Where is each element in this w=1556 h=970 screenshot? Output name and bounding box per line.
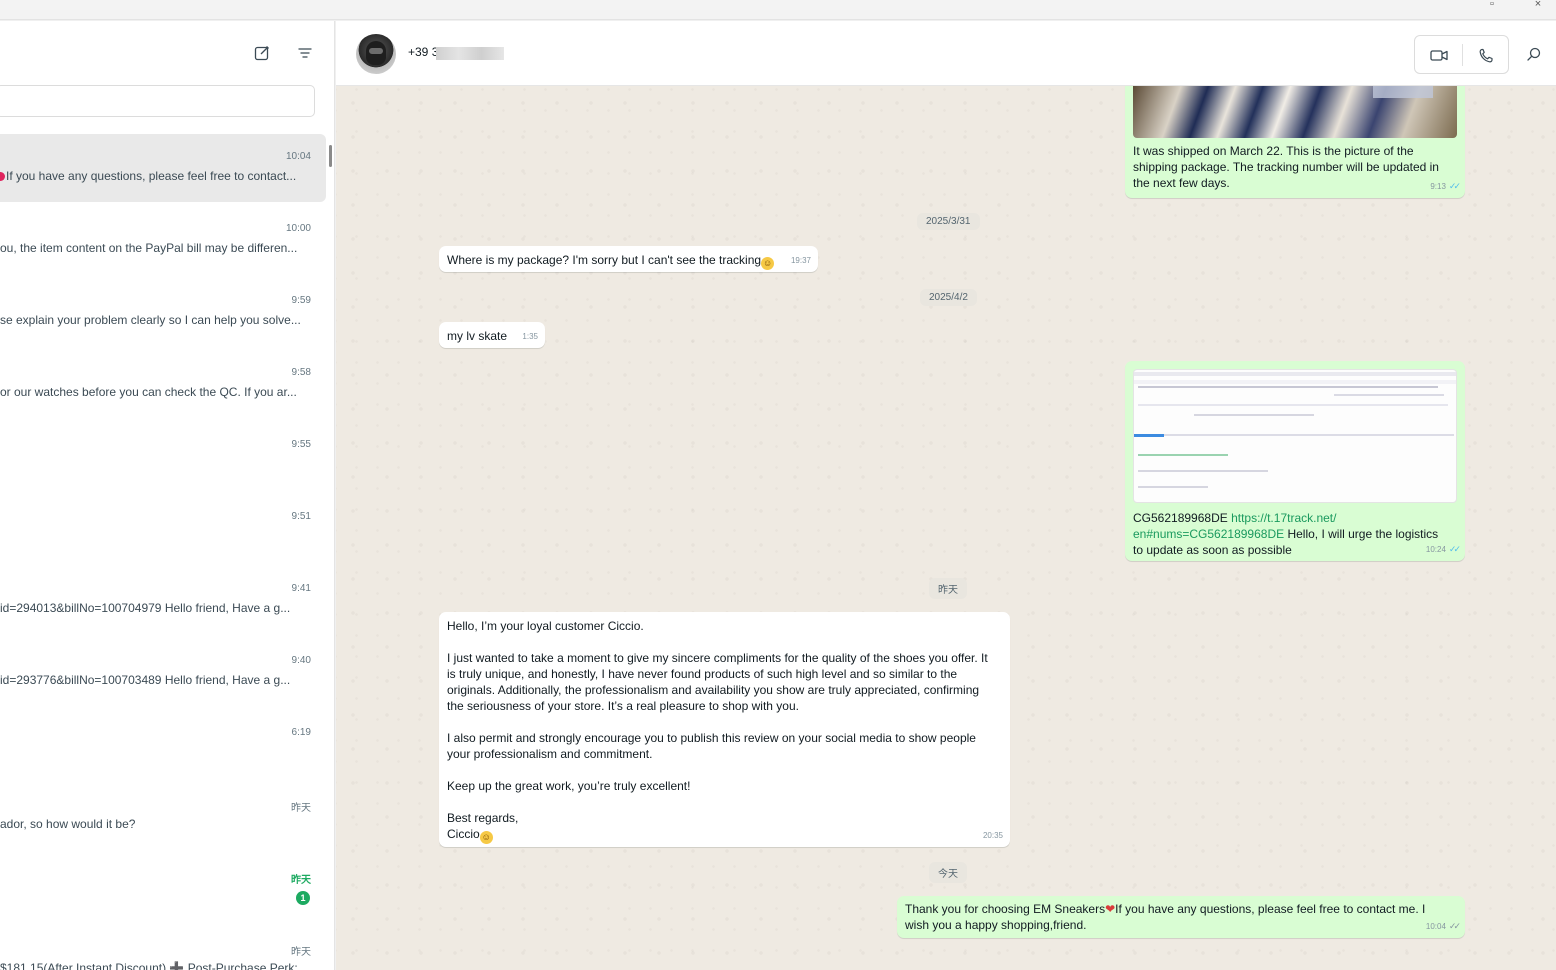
message-paragraph: I also permit and strongly encourage you… <box>447 731 976 761</box>
avatar[interactable] <box>356 34 396 74</box>
message-paragraph: Keep up the great work, you’re truly exc… <box>447 779 691 793</box>
search-input[interactable] <box>0 85 315 117</box>
chat-preview: ador, so how would it be? <box>0 817 136 831</box>
heart-emoji-icon: ❤ <box>1105 902 1116 916</box>
chat-list-item[interactable]: 9:55 <box>0 422 326 494</box>
read-receipt-icon: ✓✓ <box>1448 544 1461 554</box>
smile-emoji-icon: ☺ <box>479 831 493 844</box>
chat-preview: If you have any questions, please feel f… <box>0 169 310 183</box>
chat-time: 9:51 <box>291 511 311 522</box>
message-meta: 10:24 ✓✓ <box>1425 544 1461 554</box>
date-separator: 昨天 <box>929 578 967 599</box>
chat-list-item[interactable]: 9:58 or our watches before you can check… <box>0 350 326 422</box>
chat-list-item[interactable]: 昨天 1 <box>0 854 326 926</box>
message-text: Where is my package? I'm sorry but I can… <box>447 253 775 270</box>
chat-time: 昨天 <box>291 875 311 886</box>
chat-time: 9:58 <box>291 367 311 378</box>
message-time: 20:35 <box>982 831 1003 840</box>
chat-preview: ou, the item content on the PayPal bill … <box>0 241 298 255</box>
call-buttons <box>1414 35 1509 74</box>
delivered-receipt-icon: ✓✓ <box>1448 921 1461 931</box>
message-time: 19:37 <box>790 256 811 265</box>
message-meta: 9:13 ✓✓ <box>1430 181 1461 191</box>
message-text: CG562189968DE https://t.17track.net/en#n… <box>1133 511 1439 557</box>
message-text: It was shipped on March 22. This is the … <box>1133 144 1439 190</box>
unread-badge: 1 <box>296 891 310 905</box>
chat-list-item[interactable]: 昨天 $181.15(After Instant Discount) ➕ Pos… <box>0 926 326 970</box>
message-area[interactable]: It was shipped on March 22. This is the … <box>336 86 1556 970</box>
message-paragraph: Hello, I’m your loyal customer Ciccio. <box>447 619 644 633</box>
chat-time: 9:59 <box>291 295 311 306</box>
contact-name[interactable]: +39 3 <box>408 45 438 59</box>
message-text: my lv skate <box>447 329 508 343</box>
chat-list-header <box>0 21 334 83</box>
message-signature: Ciccio ☺ <box>447 827 493 844</box>
chat-time: 9:40 <box>291 655 311 666</box>
message-bubble-incoming[interactable]: Hello, I’m your loyal customer Ciccio. I… <box>439 612 1010 847</box>
message-meta: 10:04 ✓✓ <box>1425 921 1461 931</box>
conversation-panel: +39 3 It was shipped on March 22. This i… <box>336 21 1556 970</box>
package-photo[interactable] <box>1133 86 1457 138</box>
chat-preview: id=294013&billNo=100704979 Hello friend,… <box>0 601 291 615</box>
message-bubble-outgoing[interactable]: Thank you for choosing EM Sneakers❤If yo… <box>897 896 1465 938</box>
close-window-icon[interactable]: × <box>1530 0 1546 10</box>
chat-list-item[interactable]: 9:51 <box>0 494 326 566</box>
chat-preview: $181.15(After Instant Discount) ➕ Post-P… <box>0 961 298 970</box>
message-bubble-incoming[interactable]: Where is my package? I'm sorry but I can… <box>439 246 818 272</box>
heart-emoji-icon <box>0 172 5 181</box>
chat-list-item[interactable]: 6:19 <box>0 710 326 782</box>
chat-time: 9:55 <box>291 439 311 450</box>
chat-preview: or our watches before you can check the … <box>0 385 297 399</box>
chat-list-item[interactable]: 9:59 se explain your problem clearly so … <box>0 278 326 350</box>
message-time: 1:35 <box>522 332 538 341</box>
chat-preview: se explain your problem clearly so I can… <box>0 313 301 327</box>
voice-call-icon[interactable] <box>1475 45 1497 65</box>
message-paragraph: I just wanted to take a moment to give m… <box>447 651 988 713</box>
tracking-screenshot[interactable] <box>1133 369 1457 503</box>
chat-list-item[interactable]: 9:40 id=293776&billNo=100703489 Hello fr… <box>0 638 326 710</box>
chat-list-item[interactable]: 昨天 ador, so how would it be? <box>0 782 326 854</box>
scrollbar-thumb[interactable] <box>329 145 332 167</box>
chat-time: 6:19 <box>291 727 311 738</box>
chat-time: 昨天 <box>291 947 311 958</box>
message-bubble-incoming[interactable]: my lv skate 1:35 <box>439 322 545 348</box>
chat-list-item[interactable]: 10:04 If you have any questions, please … <box>0 134 326 202</box>
chat-time: 10:00 <box>285 223 311 234</box>
message-bubble-outgoing[interactable]: It was shipped on March 22. This is the … <box>1125 86 1465 198</box>
read-receipt-icon: ✓✓ <box>1448 181 1461 191</box>
message-paragraph: Best regards, <box>447 811 519 825</box>
date-separator: 2025/4/2 <box>920 289 977 306</box>
chat-preview: id=293776&billNo=100703489 Hello friend,… <box>0 673 291 687</box>
search-icon[interactable] <box>1524 44 1544 64</box>
smile-emoji-icon: ☺ <box>761 257 775 270</box>
window-titlebar: ▫ × <box>0 0 1556 20</box>
message-text: Hello, I’m your loyal customer Ciccio. I… <box>447 618 997 844</box>
chat-time: 昨天 <box>291 803 311 814</box>
date-separator: 今天 <box>929 862 967 883</box>
compose-icon[interactable] <box>252 43 272 63</box>
message-bubble-outgoing[interactable]: CG562189968DE https://t.17track.net/en#n… <box>1125 361 1465 561</box>
chat-list-panel: 10:04 If you have any questions, please … <box>0 21 335 970</box>
conversation-header: +39 3 <box>336 21 1556 86</box>
message-text: Thank you for choosing EM Sneakers❤If yo… <box>905 902 1426 932</box>
date-separator: 2025/3/31 <box>917 213 980 230</box>
filter-icon[interactable] <box>295 43 315 63</box>
video-call-icon[interactable] <box>1428 45 1450 65</box>
chat-time: 10:04 <box>285 151 311 162</box>
chat-list-item[interactable]: 9:41 id=294013&billNo=100704979 Hello fr… <box>0 566 326 638</box>
chat-time: 9:41 <box>291 583 311 594</box>
maximize-icon[interactable]: ▫ <box>1484 0 1500 10</box>
redacted-number <box>436 47 504 60</box>
chat-list: 10:04 If you have any questions, please … <box>0 134 326 970</box>
chat-list-item[interactable]: 10:00 ou, the item content on the PayPal… <box>0 206 326 278</box>
